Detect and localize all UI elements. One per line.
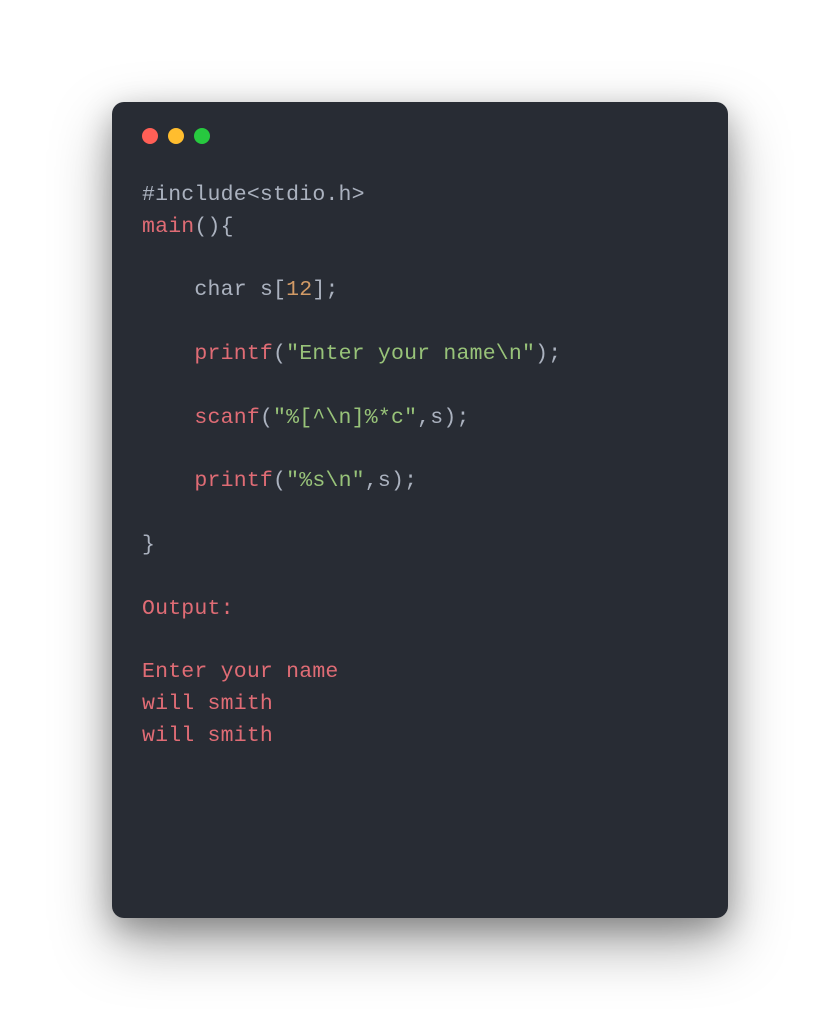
token-arg: ,s (417, 406, 443, 430)
token-paren-close: ); (443, 406, 469, 430)
output-line: will smith (142, 692, 273, 716)
token-main: main (142, 215, 194, 239)
token-paren-open: ( (273, 469, 286, 493)
token-var: s[ (247, 278, 286, 302)
token-indent (142, 278, 194, 302)
token-indent (142, 342, 194, 366)
token-printf: printf (194, 342, 273, 366)
token-indent (142, 469, 194, 493)
traffic-lights (142, 128, 698, 144)
token-paren-close: ); (535, 342, 561, 366)
token-char: char (194, 278, 246, 302)
token-printf: printf (194, 469, 273, 493)
close-icon[interactable] (142, 128, 158, 144)
token-paren-open: ( (273, 342, 286, 366)
code-line-1: #include<stdio.h> (142, 183, 365, 207)
token-paren-close: ); (391, 469, 417, 493)
token-punct: ]; (312, 278, 338, 302)
token-string: "Enter your name\n" (286, 342, 535, 366)
token-arg: ,s (365, 469, 391, 493)
maximize-icon[interactable] (194, 128, 210, 144)
token-string: "%s\n" (286, 469, 365, 493)
output-line: will smith (142, 724, 273, 748)
token-punct: (){ (194, 215, 233, 239)
token-indent (142, 406, 194, 430)
output-label: Output: (142, 597, 234, 621)
token-num: 12 (286, 278, 312, 302)
token-scanf: scanf (194, 406, 260, 430)
minimize-icon[interactable] (168, 128, 184, 144)
code-block: #include<stdio.h> main(){ char s[12]; pr… (142, 180, 698, 753)
token-string: "%[^\n]%*c" (273, 406, 417, 430)
token-paren-open: ( (260, 406, 273, 430)
output-line: Enter your name (142, 660, 339, 684)
token-brace: } (142, 533, 155, 557)
code-window: #include<stdio.h> main(){ char s[12]; pr… (112, 102, 728, 918)
